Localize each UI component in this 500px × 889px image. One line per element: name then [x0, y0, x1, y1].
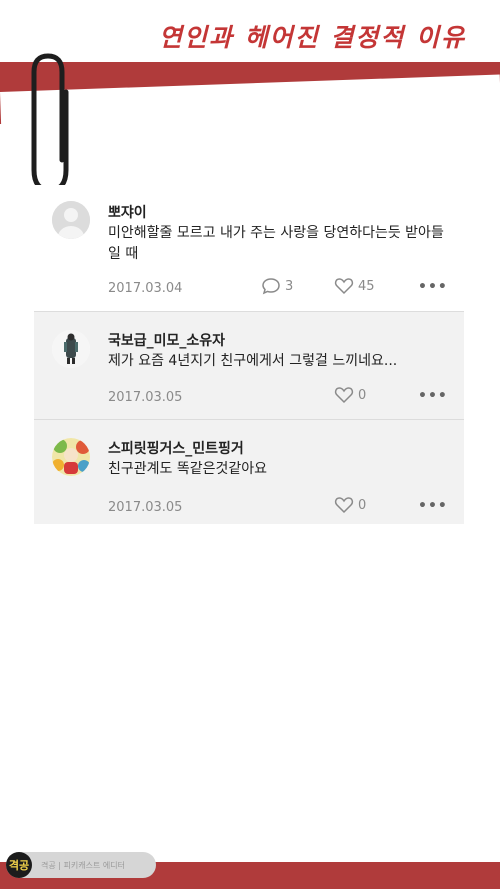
like-count: 0 [358, 497, 367, 513]
comment-text: 제가 요즘 4년지기 친구에게서 그렇걸 느끼네요... [108, 353, 398, 369]
heart-icon [334, 387, 354, 404]
more-options-icon[interactable]: ••• [418, 279, 448, 295]
comment-item: 뽀쟈이 미안해할줄 모르고 내가 주는 사랑을 당연하다는듯 받아들일 때 20… [34, 185, 464, 311]
comment-text: 미안해할줄 모르고 내가 주는 사랑을 당연하다는듯 받아들일 때 [108, 225, 444, 262]
editor-badge[interactable]: 격공 격공 | 피키캐스트 에디터 [6, 852, 156, 878]
page-title: 연인과 헤어진 결정적 이유 [158, 23, 466, 52]
badge-logo: 격공 [6, 852, 32, 878]
photo-avatar-icon[interactable] [52, 330, 90, 368]
paperclip-icon [31, 53, 69, 193]
like-count: 45 [358, 278, 375, 294]
default-user-icon[interactable] [52, 201, 90, 239]
speech-bubble-icon [262, 278, 280, 295]
more-options-icon[interactable]: ••• [418, 388, 448, 404]
like-button[interactable]: 45 [334, 277, 375, 295]
comment-item: 스피릿핑거스_민트핑거 친구관계도 똑같은것같아요 2017.03.05 0 •… [34, 419, 464, 524]
comment-date: 2017.03.04 [108, 281, 183, 296]
comment-author[interactable]: 국보급_미모_소유자 [108, 330, 225, 350]
comment-item: 국보급_미모_소유자 제가 요즘 4년지기 친구에게서 그렇걸 느끼네요... … [34, 311, 464, 420]
comment-author[interactable]: 뽀쟈이 [108, 202, 147, 222]
comment-author[interactable]: 스피릿핑거스_민트핑거 [108, 438, 244, 458]
like-count: 0 [358, 387, 367, 403]
badge-text: 격공 | 피키캐스트 에디터 [41, 860, 125, 870]
comment-text: 친구관계도 똑같은것같아요 [108, 461, 268, 477]
like-button[interactable]: 0 [334, 496, 366, 514]
reply-count: 3 [285, 278, 294, 294]
illustration-avatar-icon[interactable] [52, 438, 90, 476]
heart-icon [334, 497, 354, 514]
like-button[interactable]: 0 [334, 386, 366, 404]
comment-date: 2017.03.05 [108, 390, 183, 405]
heart-icon [334, 278, 354, 295]
comment-date: 2017.03.05 [108, 500, 183, 515]
reply-button[interactable]: 3 [261, 277, 293, 295]
more-options-icon[interactable]: ••• [418, 498, 448, 514]
